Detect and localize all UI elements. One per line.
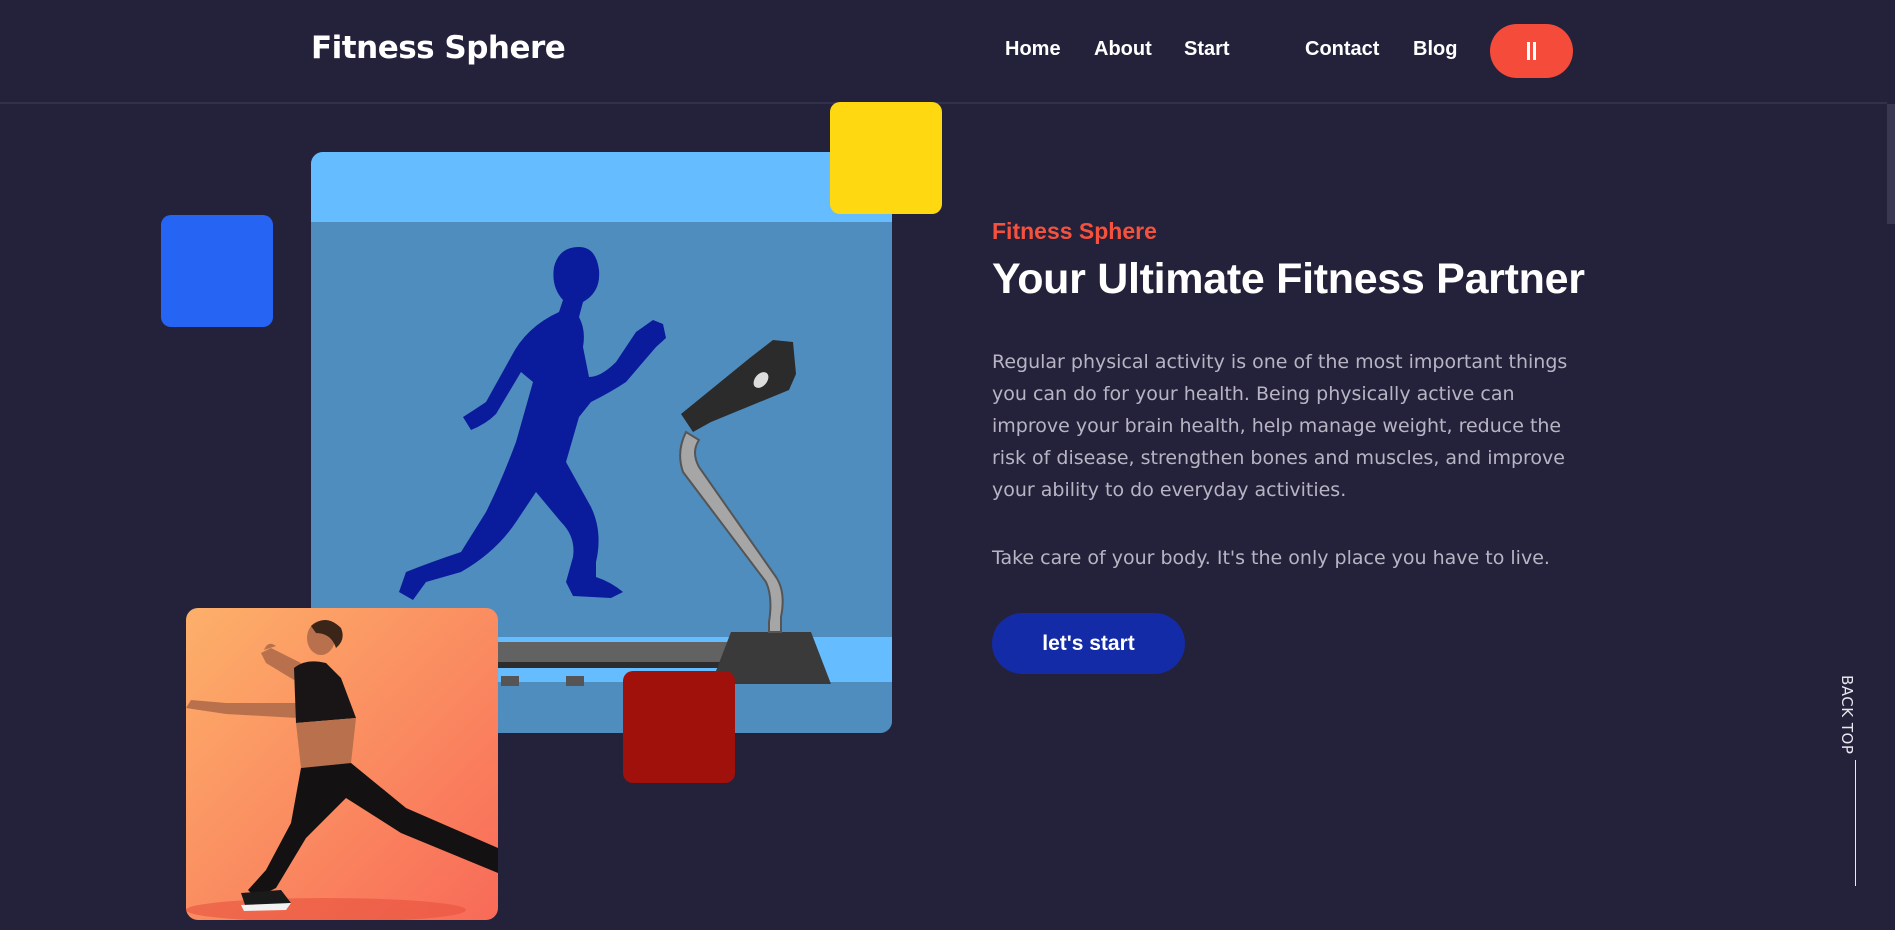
hero-headline: Your Ultimate Fitness Partner <box>992 255 1585 303</box>
hero-eyebrow: Fitness Sphere <box>992 218 1157 244</box>
decorative-blue-square <box>161 215 273 327</box>
hero-quote: Take care of your body. It's the only pl… <box>992 547 1550 569</box>
scrollbar-track[interactable] <box>1887 0 1895 930</box>
back-top-line <box>1855 760 1856 886</box>
athlete-stretch-image <box>186 608 498 920</box>
nav-link-blog[interactable]: Blog <box>1413 38 1457 61</box>
scrollbar-thumb[interactable] <box>1887 104 1895 224</box>
nav-link-start[interactable]: Start <box>1184 38 1230 61</box>
nav-link-home[interactable]: Home <box>1005 38 1061 61</box>
lets-start-button[interactable]: let's start <box>992 613 1185 674</box>
navbar: Fitness Sphere Home About Start Contact … <box>0 0 1895 104</box>
pause-bars-icon <box>1527 42 1536 60</box>
nav-link-contact[interactable]: Contact <box>1305 38 1379 61</box>
decorative-red-square <box>623 671 735 783</box>
nav-link-about[interactable]: About <box>1094 38 1152 61</box>
back-top-link[interactable]: BACK TOP <box>1838 675 1856 754</box>
athlete-stretch-illustration <box>186 608 498 920</box>
hero-paragraph: Regular physical activity is one of the … <box>992 351 1568 501</box>
decorative-yellow-square <box>830 102 942 214</box>
brand-logo[interactable]: Fitness Sphere <box>311 30 566 66</box>
menu-toggle-button[interactable] <box>1490 24 1573 78</box>
